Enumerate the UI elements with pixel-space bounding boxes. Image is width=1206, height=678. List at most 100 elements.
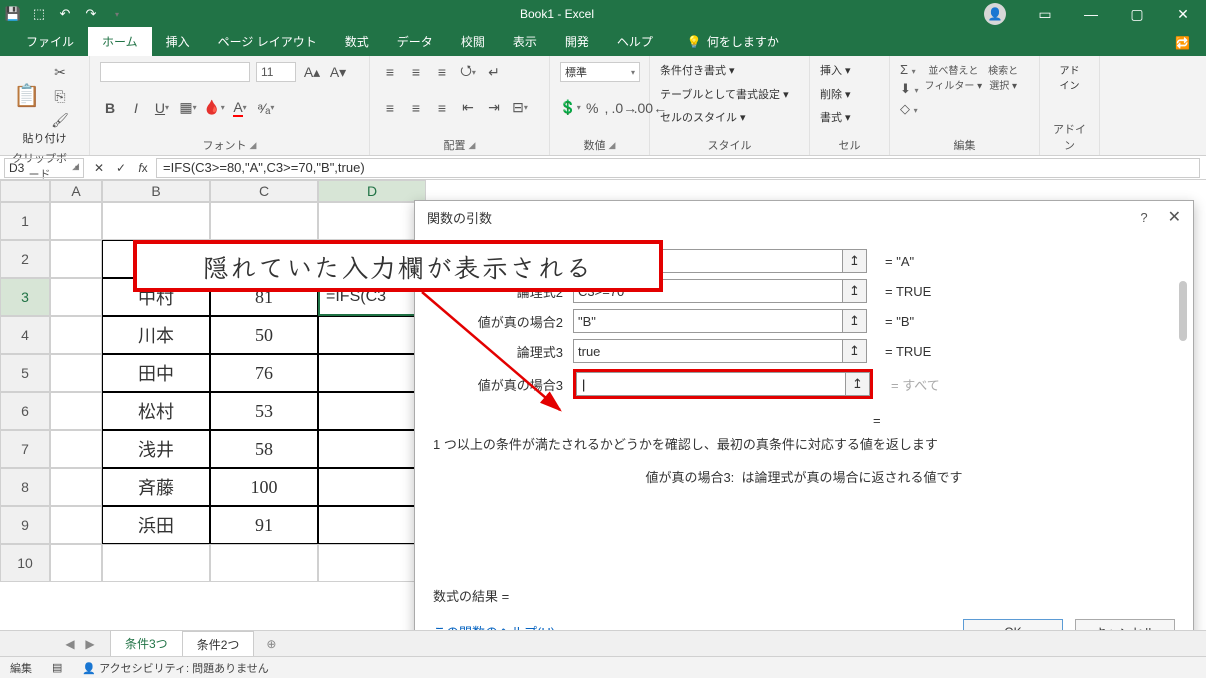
font-size-combo[interactable]: 11 xyxy=(256,62,296,82)
cell-A2[interactable] xyxy=(50,240,102,278)
phonetic-button[interactable]: ᵃ⁄ₐ▾ xyxy=(256,98,276,118)
comma-icon[interactable]: , xyxy=(604,98,608,118)
maximize-button[interactable]: ▢ xyxy=(1114,0,1160,28)
formula-bar[interactable]: =IFS(C3>=80,"A",C3>=70,"B",true) xyxy=(156,158,1200,178)
new-sheet-icon[interactable]: ⊕ xyxy=(261,634,281,654)
row-header-5[interactable]: 5 xyxy=(0,354,50,392)
paste-icon[interactable]: 📋 xyxy=(10,79,44,113)
accounting-icon[interactable]: 💲▾ xyxy=(560,98,580,118)
field-input[interactable]: | xyxy=(576,372,846,396)
font-name-combo[interactable] xyxy=(100,62,250,82)
cell-B1[interactable] xyxy=(102,202,210,240)
cell-C4[interactable]: 50 xyxy=(210,316,318,354)
font-launcher-icon[interactable]: ◢ xyxy=(250,140,257,151)
save-icon[interactable]: ⬚ xyxy=(26,1,52,27)
row-header-3[interactable]: 3 xyxy=(0,278,50,316)
decrease-indent-icon[interactable]: ⇤ xyxy=(458,98,478,118)
col-header-B[interactable]: B xyxy=(102,180,210,202)
collapse-dialog-icon[interactable]: ↥ xyxy=(843,279,867,303)
cell-C6[interactable]: 53 xyxy=(210,392,318,430)
status-accessibility[interactable]: 👤 アクセシビリティ: 問題ありません xyxy=(82,660,268,676)
underline-button[interactable]: U▾ xyxy=(152,98,172,118)
enter-formula-icon[interactable]: ✓ xyxy=(110,158,132,178)
col-header-D[interactable]: D xyxy=(318,180,426,202)
tab-insert[interactable]: 挿入 xyxy=(152,27,204,56)
cell-D7[interactable] xyxy=(318,430,426,468)
ribbon-display-icon[interactable]: ▭ xyxy=(1022,0,1068,28)
tab-data[interactable]: データ xyxy=(383,27,447,56)
tab-view[interactable]: 表示 xyxy=(499,27,551,56)
cell-B4[interactable]: 川本 xyxy=(102,316,210,354)
clear-icon[interactable]: ◇ ▾ xyxy=(900,101,919,117)
collapse-dialog-icon[interactable]: ↥ xyxy=(843,309,867,333)
sheet-nav-next-icon[interactable]: ▶ xyxy=(80,634,100,654)
dialog-scrollbar[interactable] xyxy=(1179,281,1187,341)
redo-icon[interactable]: ↷ xyxy=(78,1,104,27)
cell-D1[interactable] xyxy=(318,202,426,240)
cell-D10[interactable] xyxy=(318,544,426,582)
collapse-dialog-icon[interactable]: ↥ xyxy=(843,339,867,363)
qat-more-icon[interactable]: ▾ xyxy=(104,1,130,27)
fill-icon[interactable]: ⬇ ▾ xyxy=(900,81,919,97)
align-left-icon[interactable]: ≡ xyxy=(380,98,400,118)
fx-icon[interactable]: fx xyxy=(132,158,154,178)
align-bottom-icon[interactable]: ≡ xyxy=(432,62,452,82)
cancel-formula-icon[interactable]: ✕ xyxy=(88,158,110,178)
cell-C7[interactable]: 58 xyxy=(210,430,318,468)
cell-B6[interactable]: 松村 xyxy=(102,392,210,430)
cell-B10[interactable] xyxy=(102,544,210,582)
conditional-format-button[interactable]: 条件付き書式 ▾ xyxy=(660,62,799,78)
row-header-2[interactable]: 2 xyxy=(0,240,50,278)
align-top-icon[interactable]: ≡ xyxy=(380,62,400,82)
cell-A7[interactable] xyxy=(50,430,102,468)
col-header-A[interactable]: A xyxy=(50,180,102,202)
cell-B8[interactable]: 斉藤 xyxy=(102,468,210,506)
cell-A9[interactable] xyxy=(50,506,102,544)
cell-B7[interactable]: 浅井 xyxy=(102,430,210,468)
decrease-font-icon[interactable]: A▾ xyxy=(328,62,348,82)
number-launcher-icon[interactable]: ◢ xyxy=(609,140,616,151)
dialog-help-icon[interactable]: ? xyxy=(1140,210,1147,225)
merge-center-icon[interactable]: ⊟▾ xyxy=(510,98,530,118)
cut-icon[interactable]: ✂ xyxy=(50,62,70,82)
border-button[interactable]: ▦▾ xyxy=(178,98,198,118)
col-header-C[interactable]: C xyxy=(210,180,318,202)
share-button[interactable]: 🔁 xyxy=(1175,36,1190,56)
font-color-button[interactable]: A▾ xyxy=(230,98,250,118)
tab-review[interactable]: 校閲 xyxy=(447,27,499,56)
cell-D5[interactable] xyxy=(318,354,426,392)
tab-file[interactable]: ファイル xyxy=(12,27,88,56)
autosum-icon[interactable]: Σ ▾ xyxy=(900,62,919,77)
tab-developer[interactable]: 開発 xyxy=(551,27,603,56)
align-center-icon[interactable]: ≡ xyxy=(406,98,426,118)
align-middle-icon[interactable]: ≡ xyxy=(406,62,426,82)
insert-cells-button[interactable]: 挿入 ▾ xyxy=(820,62,879,78)
cell-A3[interactable] xyxy=(50,278,102,316)
cell-A10[interactable] xyxy=(50,544,102,582)
cell-A5[interactable] xyxy=(50,354,102,392)
field-input[interactable]: "B" xyxy=(573,309,843,333)
sheet-tab-active[interactable]: 条件3つ xyxy=(110,630,183,658)
cell-styles-button[interactable]: セルのスタイル ▾ xyxy=(660,109,799,125)
cell-C8[interactable]: 100 xyxy=(210,468,318,506)
delete-cells-button[interactable]: 削除 ▾ xyxy=(820,86,879,102)
account-avatar[interactable]: 👤 xyxy=(984,3,1006,25)
row-header-1[interactable]: 1 xyxy=(0,202,50,240)
tab-home[interactable]: ホーム xyxy=(88,27,152,56)
field-input[interactable]: true xyxy=(573,339,843,363)
format-cells-button[interactable]: 書式 ▾ xyxy=(820,109,879,125)
cell-C9[interactable]: 91 xyxy=(210,506,318,544)
number-format-combo[interactable]: 標準▾ xyxy=(560,62,640,82)
copy-icon[interactable]: ⎘ xyxy=(50,86,70,106)
cell-D9[interactable] xyxy=(318,506,426,544)
sheet-tab-other[interactable]: 条件2つ xyxy=(182,631,255,657)
status-stats-icon[interactable]: ▤ xyxy=(52,661,62,674)
row-header-4[interactable]: 4 xyxy=(0,316,50,354)
cell-C10[interactable] xyxy=(210,544,318,582)
cell-D6[interactable] xyxy=(318,392,426,430)
cell-B5[interactable]: 田中 xyxy=(102,354,210,392)
autosave-icon[interactable]: 💾 xyxy=(0,1,26,27)
cell-D8[interactable] xyxy=(318,468,426,506)
increase-decimal-icon[interactable]: .0→ xyxy=(614,98,634,118)
name-box[interactable]: D3▾ xyxy=(4,158,84,178)
